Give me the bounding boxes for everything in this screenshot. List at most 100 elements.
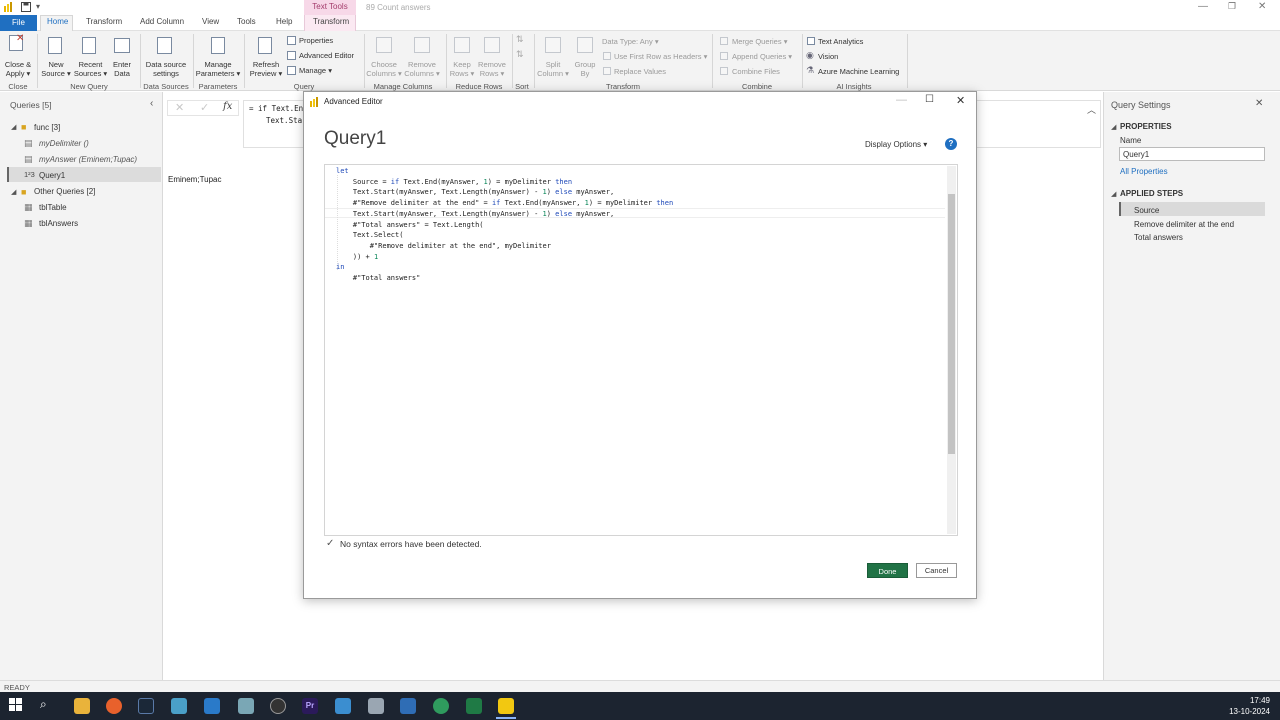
close-x-icon: ✕: [16, 33, 25, 44]
editor-scrollbar-thumb[interactable]: [948, 194, 955, 454]
collapse-steps-icon[interactable]: ◢: [1111, 190, 1116, 198]
system-clock[interactable]: 17:49 13-10-2024: [1229, 695, 1270, 717]
query-group-func[interactable]: func [3]: [34, 123, 60, 132]
query-item-tblanswers[interactable]: tblAnswers: [39, 219, 78, 228]
firefox-icon[interactable]: [106, 698, 122, 714]
obs-icon[interactable]: [270, 698, 286, 714]
choose-columns-button[interactable]: Choose Columns ▾: [366, 60, 402, 78]
search-icon[interactable]: ⌕: [40, 697, 47, 712]
power-bi-logo-icon: [310, 97, 319, 109]
quick-access-dropdown-icon[interactable]: ▾: [36, 2, 40, 11]
expand-other-icon[interactable]: ◢: [11, 188, 16, 196]
close-apply-button[interactable]: Close & Apply ▾: [3, 60, 33, 78]
new-source-button[interactable]: New Source ▾: [41, 60, 71, 78]
collapse-formula-icon[interactable]: ︿: [1087, 103, 1096, 116]
keep-rows-button[interactable]: Keep Rows ▾: [448, 60, 476, 78]
use-first-row-button[interactable]: Use First Row as Headers ▾: [614, 52, 707, 61]
done-button[interactable]: Done: [867, 563, 908, 578]
fx-icon[interactable]: fx: [223, 101, 232, 112]
app-icon[interactable]: [171, 698, 187, 714]
help-icon[interactable]: ?: [945, 138, 957, 150]
query-item-mydelimiter[interactable]: myDelimiter (): [39, 139, 89, 148]
recent-sources-button[interactable]: Recent Sources ▾: [73, 60, 108, 78]
code-editor[interactable]: let Source = if Text.End(myAnswer, 1) = …: [324, 164, 958, 536]
advanced-editor-button[interactable]: Advanced Editor: [299, 51, 354, 60]
app-icon[interactable]: [368, 698, 384, 714]
refresh-preview-button[interactable]: Refresh Preview ▾: [248, 60, 284, 78]
close-settings-icon[interactable]: ✕: [1255, 98, 1263, 109]
enter-data-button[interactable]: Enter Data: [108, 60, 136, 78]
cancel-button[interactable]: Cancel: [916, 563, 957, 578]
query-name-input[interactable]: Query1: [1119, 147, 1265, 161]
app-icon[interactable]: [433, 698, 449, 714]
query-group-other[interactable]: Other Queries [2]: [34, 187, 95, 196]
display-options-dropdown[interactable]: Display Options ▾: [865, 140, 927, 149]
step-total-answers[interactable]: Total answers: [1134, 233, 1183, 242]
step-source[interactable]: Source: [1134, 206, 1159, 215]
app-icon[interactable]: [335, 698, 351, 714]
all-properties-link[interactable]: All Properties: [1120, 167, 1168, 176]
close-icon[interactable]: ✕: [1258, 1, 1266, 12]
append-queries-button[interactable]: Append Queries ▾: [732, 52, 792, 61]
sort-descending-icon[interactable]: ⇅: [516, 50, 524, 59]
vision-button[interactable]: Vision: [818, 52, 838, 61]
ribbon: ✕ Close & Apply ▾ Close New Source ▾ Recen…: [0, 31, 1280, 91]
sort-ascending-icon[interactable]: ⇅: [516, 35, 524, 44]
azure-ml-button[interactable]: Azure Machine Learning: [818, 67, 899, 76]
app-icon[interactable]: [238, 698, 254, 714]
restore-icon[interactable]: ❐: [1228, 1, 1236, 12]
vscode-icon[interactable]: [204, 698, 220, 714]
query-item-myanswer[interactable]: myAnswer (Eminem;Tupac): [39, 155, 137, 164]
steam-icon[interactable]: [138, 698, 154, 714]
data-type-dropdown[interactable]: Data Type: Any ▾: [602, 37, 659, 46]
tab-help[interactable]: Help: [276, 17, 292, 26]
dialog-minimize-icon[interactable]: —: [896, 94, 907, 106]
merge-queries-button[interactable]: Merge Queries ▾: [732, 37, 787, 46]
split-column-button[interactable]: Split Column ▾: [537, 60, 569, 78]
power-bi-icon[interactable]: [498, 698, 514, 714]
minimize-icon[interactable]: —: [1198, 1, 1208, 12]
applied-steps-header: APPLIED STEPS: [1120, 189, 1184, 198]
tab-home[interactable]: Home: [47, 17, 68, 26]
remove-columns-button[interactable]: Remove Columns ▾: [404, 60, 440, 78]
tab-view[interactable]: View: [202, 17, 219, 26]
text-analytics-button[interactable]: Text Analytics: [818, 37, 863, 46]
premiere-icon[interactable]: Pr: [302, 698, 318, 714]
app-icon[interactable]: [400, 698, 416, 714]
windows-taskbar: ⌕ Pr 17:49 13-10-2024: [0, 692, 1280, 720]
enter-data-icon: [114, 38, 130, 53]
replace-values-button[interactable]: Replace Values: [614, 67, 666, 76]
group-transform: Transform: [606, 82, 640, 91]
combine-files-button[interactable]: Combine Files: [732, 67, 780, 76]
tab-text-transform[interactable]: Transform: [313, 17, 349, 26]
tab-file[interactable]: File: [0, 15, 37, 31]
excel-icon[interactable]: [466, 698, 482, 714]
cancel-formula-icon[interactable]: ✕: [175, 101, 184, 114]
status-text: READY: [4, 683, 30, 692]
data-source-settings-button[interactable]: Data source settings: [142, 60, 190, 78]
windows-start-icon[interactable]: [9, 698, 23, 714]
dialog-close-icon[interactable]: ✕: [956, 94, 965, 107]
commit-formula-icon[interactable]: ✓: [200, 101, 209, 114]
expand-func-icon[interactable]: ◢: [11, 123, 16, 131]
collapse-properties-icon[interactable]: ◢: [1111, 123, 1116, 131]
file-explorer-icon[interactable]: [74, 698, 90, 714]
group-by-button[interactable]: Group By: [571, 60, 599, 78]
remove-rows-button[interactable]: Remove Rows ▾: [476, 60, 508, 78]
ribbon-tab-strip: File Home Transform Add Column View Tool…: [0, 15, 1280, 32]
collapse-pane-icon[interactable]: ‹: [150, 98, 153, 109]
step-remove-delimiter[interactable]: Remove delimiter at the end: [1134, 220, 1234, 229]
tab-tools[interactable]: Tools: [237, 17, 256, 26]
dialog-maximize-icon[interactable]: ☐: [925, 94, 934, 105]
append-queries-icon: [720, 52, 728, 60]
properties-button[interactable]: Properties: [299, 36, 333, 45]
tab-add-column[interactable]: Add Column: [140, 17, 184, 26]
save-icon[interactable]: [21, 2, 31, 15]
query-item-query1[interactable]: Query1: [39, 171, 65, 180]
query-item-tbltable[interactable]: tblTable: [39, 203, 67, 212]
manage-button[interactable]: Manage ▾: [299, 66, 332, 75]
manage-parameters-button[interactable]: Manage Parameters ▾: [195, 60, 241, 78]
editor-scrollbar[interactable]: [947, 166, 956, 534]
tab-transform[interactable]: Transform: [86, 17, 122, 26]
m-code: let Source = if Text.End(myAnswer, 1) = …: [336, 167, 674, 283]
